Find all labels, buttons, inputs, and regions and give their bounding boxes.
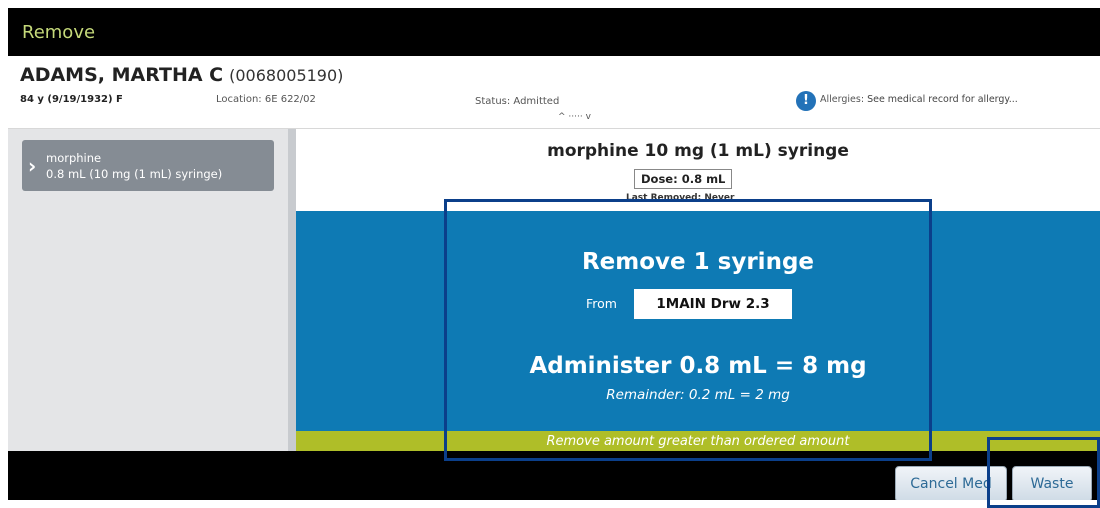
footer-bar: Cancel Med Waste — [8, 451, 1100, 500]
main-panel: morphine 10 mg (1 mL) syringe Dose: 0.8 … — [296, 129, 1100, 451]
sidebar: › morphine 0.8 mL (10 mg (1 mL) syringe) — [8, 129, 296, 451]
cancel-med-button[interactable]: Cancel Med — [895, 466, 1007, 500]
storage-location-badge: 1MAIN Drw 2.3 — [634, 289, 792, 319]
waste-button[interactable]: Waste — [1012, 466, 1092, 500]
allergies-text: See medical record for allergy... — [867, 94, 1018, 105]
last-removed: Last Removed: Never — [626, 193, 735, 203]
allergies-label: Allergies: — [820, 94, 865, 105]
patient-status: Status: Admitted — [475, 96, 560, 107]
sidebar-item-morphine[interactable]: › morphine 0.8 mL (10 mg (1 mL) syringe) — [22, 140, 274, 191]
banner-expander[interactable]: ^ ····· v — [558, 112, 591, 122]
allergies[interactable]: Allergies: See medical record for allerg… — [820, 94, 1018, 105]
drug-title: morphine 10 mg (1 mL) syringe — [547, 141, 849, 161]
remainder-amount: Remainder: 0.2 mL = 2 mg — [606, 387, 790, 403]
sidebar-panel: › morphine 0.8 mL (10 mg (1 mL) syringe) — [8, 129, 288, 451]
patient-location: Location: 6E 622/02 — [216, 94, 316, 105]
patient-name-line: ADAMS, MARTHA C (0068005190) — [20, 64, 343, 86]
patient-age-dob: 84 y (9/19/1932) F — [20, 94, 123, 105]
app-window: Remove ADAMS, MARTHA C (0068005190) 84 y … — [8, 8, 1100, 500]
from-label: From — [586, 296, 617, 311]
remove-instruction: Remove 1 syringe — [581, 249, 815, 275]
sidebar-item-name: morphine — [46, 151, 102, 165]
title-bar: Remove — [8, 8, 1100, 56]
info-icon[interactable]: ! — [796, 91, 816, 111]
warning-text: Remove amount greater than ordered amoun… — [546, 434, 850, 449]
patient-id: (0068005190) — [229, 66, 344, 85]
patient-banner: ADAMS, MARTHA C (0068005190) 84 y (9/19/1… — [8, 56, 1100, 129]
sidebar-item-detail: 0.8 mL (10 mg (1 mL) syringe) — [46, 167, 223, 181]
chevron-right-icon: › — [28, 154, 37, 178]
patient-name: ADAMS, MARTHA C — [20, 64, 224, 86]
administer-amount: Administer 0.8 mL = 8 mg — [529, 353, 867, 379]
window-title: Remove — [22, 22, 96, 43]
dose-box: Dose: 0.8 mL — [634, 169, 733, 189]
